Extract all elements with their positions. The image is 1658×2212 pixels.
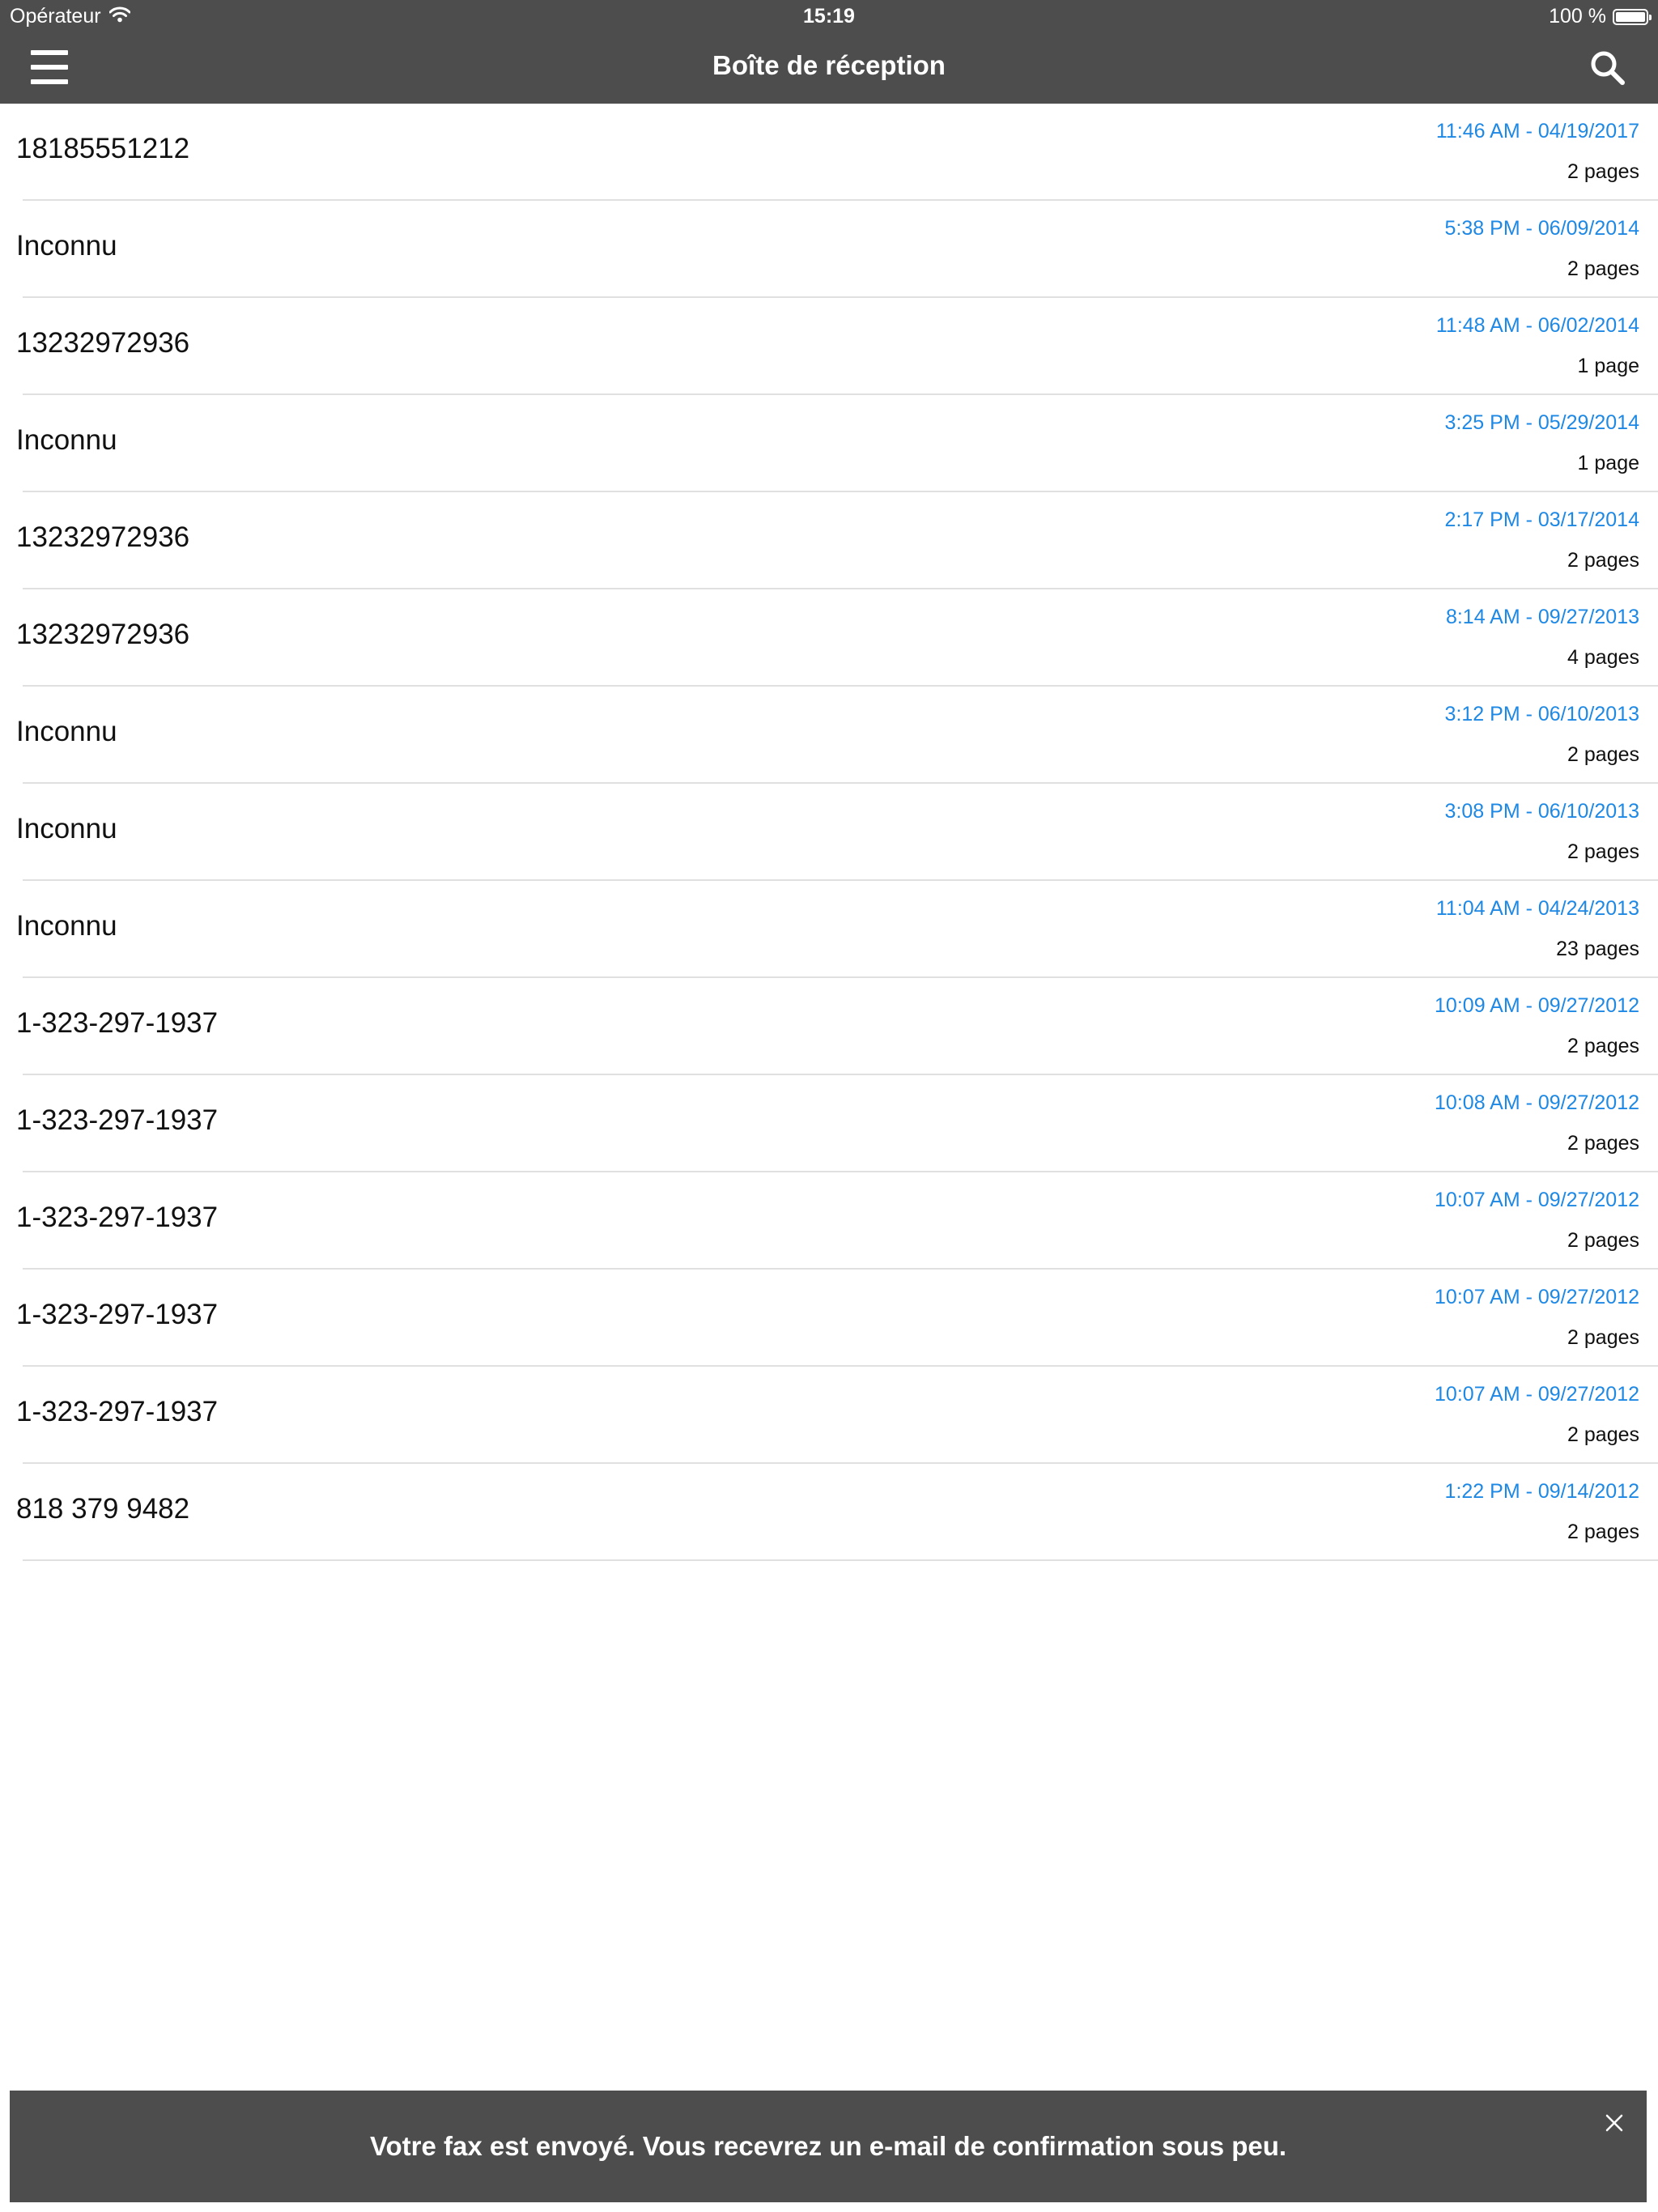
fax-page-count: 2 pages	[1567, 1132, 1639, 1155]
fax-sender: 1-323-297-1937	[16, 1202, 219, 1233]
fax-row[interactable]: 818 379 9482 1:22 PM - 09/14/2012 2 pages	[16, 1464, 1658, 1561]
fax-sender: 818 379 9482	[16, 1493, 190, 1525]
fax-date: 10:07 AM - 09/27/2012	[1435, 1383, 1639, 1406]
fax-date: 1:22 PM - 09/14/2012	[1444, 1480, 1639, 1503]
fax-date: 11:48 AM - 06/02/2014	[1435, 314, 1639, 337]
fax-row[interactable]: Inconnu 11:04 AM - 04/24/2013 23 pages	[16, 881, 1658, 978]
fax-date: 5:38 PM - 06/09/2014	[1444, 217, 1639, 240]
fax-row[interactable]: Inconnu 5:38 PM - 06/09/2014 2 pages	[16, 201, 1658, 298]
fax-row[interactable]: 1-323-297-1937 10:07 AM - 09/27/2012 2 pag…	[16, 1367, 1658, 1464]
fax-row[interactable]: 1-323-297-1937 10:07 AM - 09/27/2012 2 pag…	[16, 1172, 1658, 1270]
fax-date: 10:07 AM - 09/27/2012	[1435, 1189, 1639, 1211]
toast-message: Votre fax est envoyé. Vous recevrez un e…	[369, 2131, 1287, 2161]
fax-date: 10:07 AM - 09/27/2012	[1435, 1286, 1639, 1308]
fax-page-count: 1 page	[1577, 452, 1639, 474]
fax-page-count: 2 pages	[1567, 160, 1639, 183]
fax-page-count: 2 pages	[1567, 1035, 1639, 1057]
fax-row[interactable]: Inconnu 3:25 PM - 05/29/2014 1 page	[16, 395, 1658, 492]
fax-sender: Inconnu	[16, 910, 117, 942]
page-title: Boîte de réception	[712, 50, 946, 80]
fax-date: 10:09 AM - 09/27/2012	[1435, 994, 1639, 1017]
fax-sender: Inconnu	[16, 230, 117, 262]
fax-row[interactable]: 13232972936 11:48 AM - 06/02/2014 1 page	[16, 298, 1658, 395]
clock: 15:19	[803, 5, 855, 28]
battery-percentage: 100 %	[1549, 5, 1606, 28]
fax-page-count: 1 page	[1577, 355, 1639, 377]
fax-date: 2:17 PM - 03/17/2014	[1444, 508, 1639, 531]
fax-date: 3:12 PM - 06/10/2013	[1444, 703, 1639, 725]
fax-page-count: 2 pages	[1567, 1521, 1639, 1543]
fax-list: 18185551212 11:46 AM - 04/19/2017 2 pages I…	[0, 104, 1658, 1561]
fax-row[interactable]: 1-323-297-1937 10:07 AM - 09/27/2012 2 pag…	[16, 1270, 1658, 1367]
fax-row[interactable]: Inconnu 3:12 PM - 06/10/2013 2 pages	[16, 687, 1658, 784]
fax-page-count: 2 pages	[1567, 257, 1639, 280]
fax-sender: Inconnu	[16, 424, 117, 456]
fax-page-count: 2 pages	[1567, 1229, 1639, 1252]
fax-sender: 13232972936	[16, 327, 190, 359]
battery-icon	[1613, 8, 1652, 25]
fax-sender: 13232972936	[16, 521, 190, 553]
fax-sender: 1-323-297-1937	[16, 1104, 219, 1136]
fax-page-count: 2 pages	[1567, 840, 1639, 863]
fax-sender: 1-323-297-1937	[16, 1396, 219, 1427]
fax-date: 11:46 AM - 04/19/2017	[1435, 120, 1639, 143]
fax-page-count: 2 pages	[1567, 1423, 1639, 1446]
fax-page-count: 4 pages	[1567, 646, 1639, 669]
fax-row[interactable]: 1-323-297-1937 10:09 AM - 09/27/2012 2 pag…	[16, 978, 1658, 1075]
nav-bar: Boîte de réception	[0, 32, 1658, 104]
fax-row[interactable]: 1-323-297-1937 10:08 AM - 09/27/2012 2 pag…	[16, 1075, 1658, 1172]
fax-row[interactable]: 13232972936 2:17 PM - 03/17/2014 2 pages	[16, 492, 1658, 589]
fax-date: 3:25 PM - 05/29/2014	[1444, 411, 1639, 434]
fax-page-count: 2 pages	[1567, 1326, 1639, 1349]
fax-sender: Inconnu	[16, 716, 117, 747]
fax-row[interactable]: 18185551212 11:46 AM - 04/19/2017 2 pages	[16, 104, 1658, 201]
status-bar: Opérateur 15:19 100 %	[0, 0, 1658, 32]
search-icon[interactable]	[1588, 49, 1627, 87]
fax-sender: 13232972936	[16, 619, 190, 650]
fax-sender: 1-323-297-1937	[16, 1299, 219, 1330]
fax-date: 10:08 AM - 09/27/2012	[1435, 1091, 1639, 1114]
fax-date: 3:08 PM - 06/10/2013	[1444, 800, 1639, 823]
fax-sender: Inconnu	[16, 813, 117, 844]
battery-status: 100 %	[1549, 5, 1652, 28]
fax-page-count: 23 pages	[1556, 938, 1639, 960]
fax-date: 11:04 AM - 04/24/2013	[1435, 897, 1639, 920]
fax-page-count: 2 pages	[1567, 743, 1639, 766]
fax-row[interactable]: Inconnu 3:08 PM - 06/10/2013 2 pages	[16, 784, 1658, 881]
confirmation-toast: Votre fax est envoyé. Vous recevrez un e…	[10, 2091, 1647, 2202]
fax-row[interactable]: 13232972936 8:14 AM - 09/27/2013 4 pages	[16, 589, 1658, 687]
fax-sender: 18185551212	[16, 133, 190, 164]
fax-sender: 1-323-297-1937	[16, 1007, 219, 1039]
fax-page-count: 2 pages	[1567, 549, 1639, 572]
fax-date: 8:14 AM - 09/27/2013	[1445, 606, 1639, 628]
close-icon[interactable]	[1605, 2113, 1624, 2133]
